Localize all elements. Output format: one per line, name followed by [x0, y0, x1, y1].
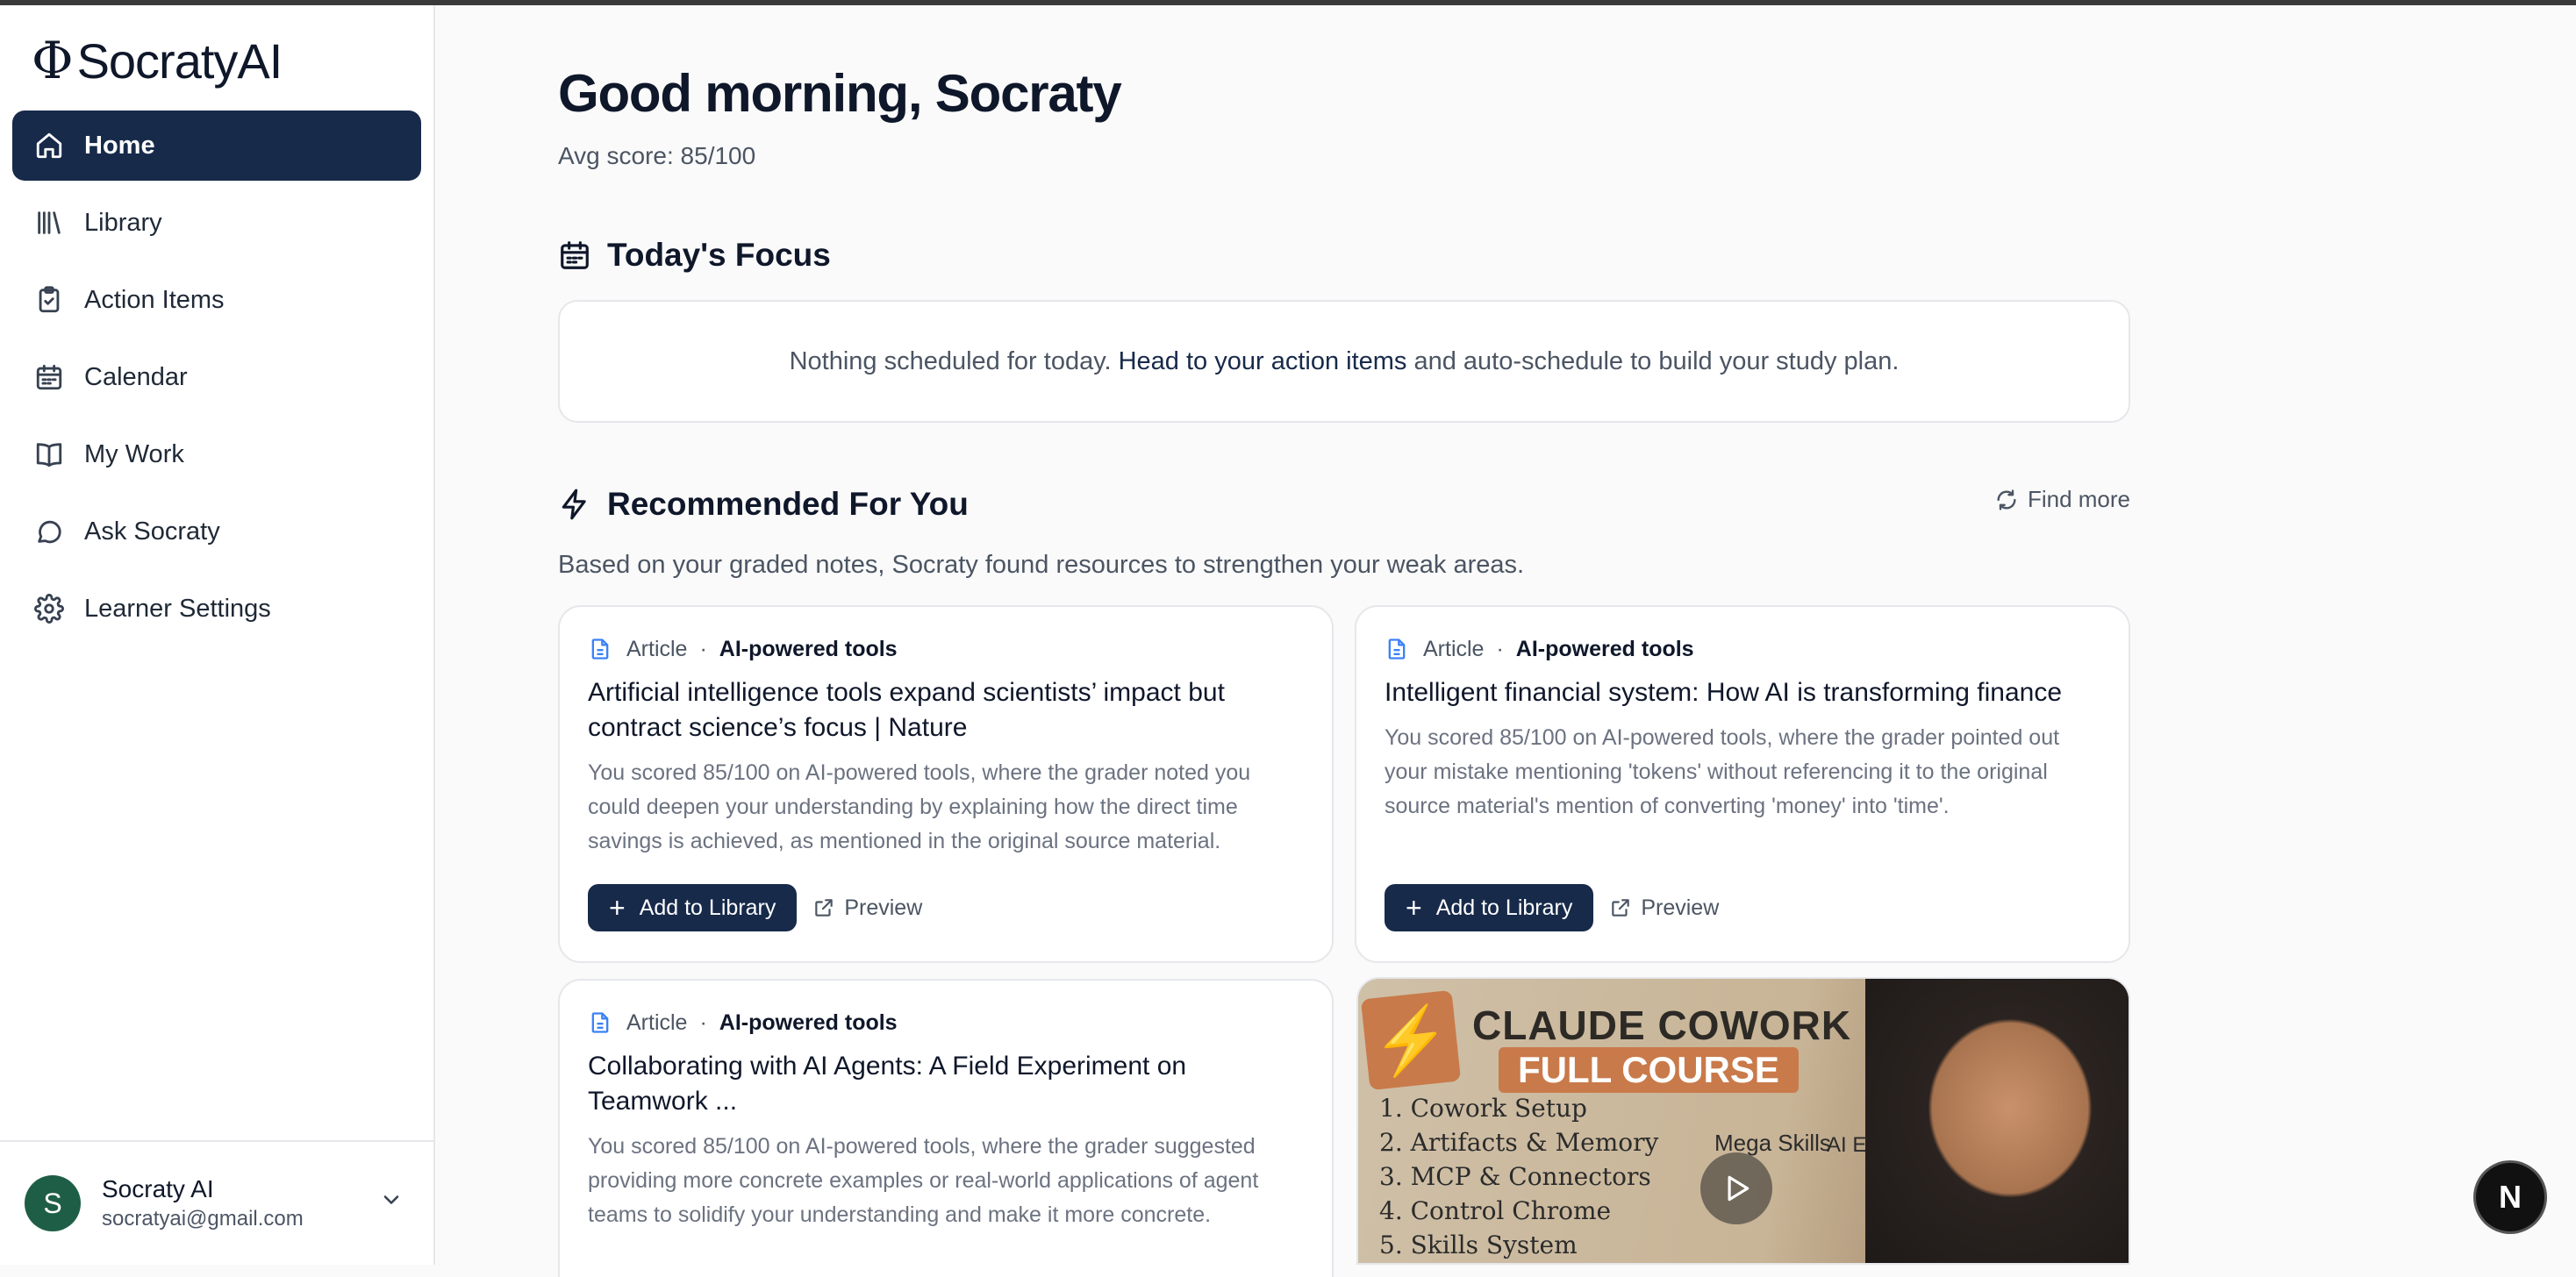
- thumbnail-list-item: 3. MCP & Connectors: [1379, 1162, 1651, 1191]
- video-thumbnail[interactable]: ⚡ CLAUDE COWORK FULL COURSE 1. Cowork Se…: [1356, 977, 2130, 1265]
- card-type: Article: [1423, 636, 1485, 661]
- resource-card[interactable]: Article · AI-powered tools Artificial in…: [558, 605, 1334, 963]
- meta-separator: ·: [1496, 636, 1504, 661]
- external-link-icon: [812, 896, 835, 919]
- add-to-library-label: Add to Library: [1435, 895, 1573, 920]
- thumbnail-list-item: 5. Skills System: [1379, 1231, 1578, 1259]
- sidebar-item-library[interactable]: Library: [12, 188, 421, 258]
- focus-empty-state: Nothing scheduled for today. Head to you…: [558, 300, 2130, 423]
- presenter-photo: [1865, 979, 2129, 1263]
- focus-text-before: Nothing scheduled for today.: [789, 346, 1112, 375]
- plus-icon: +: [1406, 892, 1422, 924]
- meta-separator: ·: [699, 1009, 707, 1035]
- action-items-link[interactable]: Head to your action items: [1119, 347, 1407, 376]
- card-topic: AI-powered tools: [719, 636, 898, 661]
- document-icon: [1385, 637, 1409, 661]
- sidebar-item-label: Learner Settings: [84, 594, 271, 623]
- preview-label: Preview: [844, 895, 923, 920]
- add-to-library-button[interactable]: + Add to Library: [1385, 884, 1594, 931]
- sidebar-item-home[interactable]: Home: [12, 111, 421, 181]
- sidebar-item-my-work[interactable]: My Work: [12, 419, 421, 489]
- assistant-fab-button[interactable]: N: [2476, 1163, 2544, 1231]
- add-to-library-label: Add to Library: [639, 895, 776, 920]
- calendar-icon: [33, 361, 65, 393]
- sidebar-item-label: Home: [84, 131, 155, 160]
- thumbnail-list-item: 4. Control Chrome: [1379, 1196, 1612, 1225]
- resource-card[interactable]: Article · AI-powered tools Collaborating…: [558, 979, 1334, 1277]
- add-to-library-button[interactable]: + Add to Library: [588, 884, 798, 931]
- user-email: socratyai@gmail.com: [102, 1207, 304, 1231]
- sidebar-item-label: Library: [84, 208, 162, 237]
- gear-icon: [33, 593, 65, 624]
- home-icon: [33, 130, 65, 161]
- find-more-button[interactable]: Find more: [1994, 486, 2130, 513]
- sidebar-item-action-items[interactable]: Action Items: [12, 265, 421, 335]
- external-link-icon: [1609, 896, 1632, 919]
- card-actions: + Add to Library Preview: [1385, 884, 1719, 931]
- brand-logo-icon: ⚡: [1360, 989, 1462, 1091]
- card-body: You scored 85/100 on AI-powered tools, w…: [588, 1134, 1259, 1227]
- thumbnail-list: 1. Cowork Setup 2. Artifacts & Memory 3.…: [1379, 1091, 1658, 1262]
- plus-icon: +: [609, 892, 626, 924]
- card-body: You scored 85/100 on AI-powered tools, w…: [588, 760, 1251, 853]
- meta-separator: ·: [699, 636, 707, 661]
- avatar: S: [25, 1175, 81, 1231]
- logo-symbol: Φ: [32, 31, 74, 90]
- card-body: You scored 85/100 on AI-powered tools, w…: [1385, 725, 2060, 818]
- logo-text: SocratyAI: [76, 32, 283, 89]
- sidebar-item-ask-socraty[interactable]: Ask Socraty: [12, 496, 421, 567]
- sidebar-nav: Home Library Action Items Calendar My Wo…: [12, 111, 421, 651]
- todays-focus-header: Today's Focus: [558, 237, 831, 274]
- find-more-label: Find more: [2027, 486, 2130, 512]
- preview-label: Preview: [1641, 895, 1720, 920]
- section-title: Today's Focus: [607, 237, 831, 273]
- card-topic: AI-powered tools: [719, 1009, 898, 1035]
- card-topic: AI-powered tools: [1515, 636, 1694, 661]
- page-title: Good morning, Socraty: [558, 64, 1122, 123]
- section-title: Recommended For You: [607, 486, 969, 522]
- card-title[interactable]: Collaborating with AI Agents: A Field Ex…: [588, 1049, 1304, 1119]
- focus-text-after: and auto-schedule to build your study pl…: [1413, 346, 1900, 375]
- avg-score: Avg score: 85/100: [558, 142, 756, 169]
- sidebar-item-calendar[interactable]: Calendar: [12, 342, 421, 412]
- document-icon: [588, 637, 612, 661]
- chevron-down-icon[interactable]: [379, 1188, 404, 1216]
- card-meta: Article · AI-powered tools: [1385, 633, 2100, 665]
- sidebar-item-label: Calendar: [84, 362, 188, 391]
- calendar-icon: [558, 239, 591, 272]
- thumbnail-list-item: 2. Artifacts & Memory: [1379, 1128, 1659, 1157]
- preview-button[interactable]: Preview: [812, 895, 922, 921]
- chat-bubble-icon: [33, 516, 65, 547]
- user-info: Socraty AI socratyai@gmail.com: [102, 1175, 304, 1231]
- thumbnail-list-item: 1. Cowork Setup: [1379, 1094, 1587, 1123]
- document-icon: [588, 1010, 612, 1035]
- sidebar-item-label: Ask Socraty: [84, 517, 220, 546]
- preview-button[interactable]: Preview: [1609, 895, 1719, 921]
- play-icon[interactable]: [1700, 1152, 1772, 1224]
- sidebar-item-label: Action Items: [84, 285, 225, 314]
- card-actions: + Add to Library Preview: [588, 884, 922, 931]
- refresh-icon: [1994, 488, 2019, 512]
- resource-card[interactable]: Article · AI-powered tools Intelligent f…: [1355, 605, 2130, 963]
- library-icon: [33, 207, 65, 239]
- recommended-header: Recommended For You: [558, 486, 969, 523]
- sidebar-item-label: My Work: [84, 439, 184, 468]
- card-title[interactable]: Artificial intelligence tools expand sci…: [588, 675, 1304, 746]
- card-type: Article: [626, 1009, 688, 1035]
- card-meta: Article · AI-powered tools: [588, 1007, 1304, 1038]
- lightning-icon: [558, 488, 591, 521]
- card-title[interactable]: Intelligent financial system: How AI is …: [1385, 675, 2100, 710]
- card-type: Article: [626, 636, 688, 661]
- sidebar: Φ SocratyAI Home Library Action Items Ca…: [0, 5, 435, 1265]
- user-menu[interactable]: S Socraty AI socratyai@gmail.com: [0, 1140, 433, 1265]
- sidebar-item-learner-settings[interactable]: Learner Settings: [12, 574, 421, 644]
- clipboard-check-icon: [33, 284, 65, 316]
- thumbnail-title: CLAUDE COWORK: [1472, 1002, 1852, 1048]
- app-logo[interactable]: Φ SocratyAI: [32, 30, 283, 91]
- card-meta: Article · AI-powered tools: [588, 633, 1304, 665]
- recommended-description: Based on your graded notes, Socraty foun…: [558, 551, 1525, 579]
- user-name: Socraty AI: [102, 1175, 214, 1202]
- book-open-icon: [33, 439, 65, 470]
- thumbnail-badge: FULL COURSE: [1499, 1047, 1799, 1093]
